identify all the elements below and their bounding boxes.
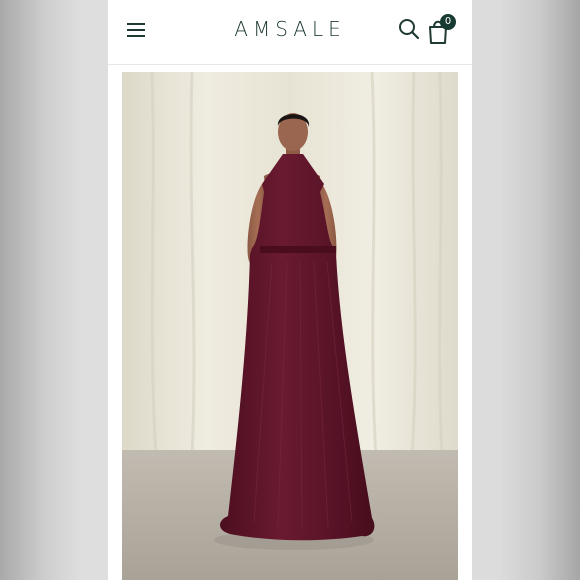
search-icon [399, 19, 420, 40]
cart-count-badge: 0 [440, 14, 456, 30]
site-header: AMSALE 0 [108, 0, 472, 65]
mobile-page: AMSALE 0 [108, 0, 472, 580]
search-button[interactable] [396, 16, 422, 42]
cart-button[interactable]: 0 [426, 14, 460, 46]
screenshot-frame: AMSALE 0 [0, 0, 580, 580]
product-image[interactable] [122, 72, 458, 580]
